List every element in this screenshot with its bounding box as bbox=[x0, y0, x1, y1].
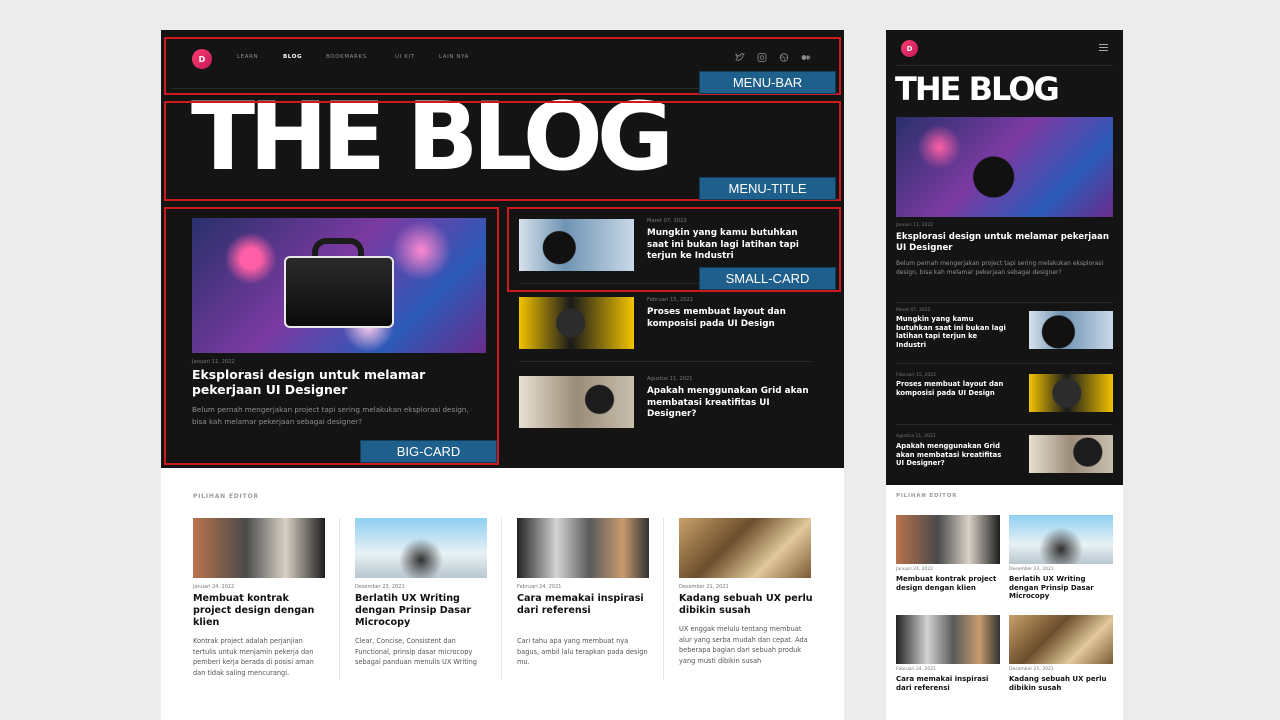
dark-header-section: D LEARN BLOG BOOKMARKS UI KIT LAIN NYA T… bbox=[161, 30, 844, 468]
editor-card-desc: UX enggak melulu tentang membuat alur ya… bbox=[679, 625, 808, 665]
mobile-big-card-date: Januari 11, 2022 bbox=[896, 223, 934, 228]
small-card-date: Februari 15, 2022 bbox=[647, 297, 694, 303]
hamburger-menu-icon[interactable] bbox=[1099, 44, 1108, 51]
mobile-small-card-date: Februari 15, 2022 bbox=[896, 373, 936, 378]
mobile-editor-card-title[interactable]: Membuat kontrak project design dengan kl… bbox=[896, 575, 1002, 592]
column-divider bbox=[501, 518, 502, 680]
mobile-small-card-image bbox=[1029, 311, 1113, 349]
mobile-editor-card-image bbox=[1009, 615, 1113, 664]
mobile-editor-card-image bbox=[896, 515, 1000, 564]
mobile-small-card-title[interactable]: Proses membuat layout dan komposisi pada… bbox=[896, 380, 1006, 397]
mobile-page-title: THE BLOG bbox=[895, 70, 1060, 108]
editor-card-image bbox=[517, 518, 649, 578]
mobile-small-card-image bbox=[1029, 374, 1113, 412]
column-divider bbox=[339, 518, 340, 680]
editor-card-date: Desember 23, 2021 bbox=[355, 584, 405, 590]
mobile-small-card-title[interactable]: Apakah menggunakan Grid akan membatasi k… bbox=[896, 442, 1006, 468]
mobile-editor-card-title[interactable]: Berlatih UX Writing dengan Prinsip Dasar… bbox=[1009, 575, 1115, 601]
mobile-dark-section: D THE BLOG Januari 11, 2022 Eksplorasi d… bbox=[886, 30, 1123, 485]
mobile-logo[interactable]: D bbox=[901, 40, 918, 57]
editor-card-date: Januari 24, 2022 bbox=[193, 584, 235, 590]
mobile-mockup: D THE BLOG Januari 11, 2022 Eksplorasi d… bbox=[886, 30, 1123, 720]
editor-card-date: Februari 24, 2021 bbox=[517, 584, 562, 590]
mobile-editor-card-image bbox=[896, 615, 1000, 664]
mobile-small-card-image bbox=[1029, 435, 1113, 473]
annotation-label-menu-bar: MENU-BAR bbox=[699, 71, 836, 94]
mobile-editor-card-title[interactable]: Kadang sebuah UX perlu dibikin susah bbox=[1009, 675, 1115, 692]
column-divider bbox=[663, 518, 664, 680]
card-divider bbox=[519, 361, 812, 362]
editor-picks-label: PILIHAN EDITOR bbox=[193, 493, 259, 500]
editor-card-desc: Kontrak project adalah perjanjian tertul… bbox=[193, 637, 314, 677]
editor-card-image bbox=[193, 518, 325, 578]
mobile-small-card-date: Maret 07, 2022 bbox=[896, 308, 931, 313]
editor-card-image bbox=[355, 518, 487, 578]
card-divider bbox=[896, 363, 1113, 364]
mobile-small-card-title[interactable]: Mungkin yang kamu butuhkan saat ini buka… bbox=[896, 315, 1006, 349]
mobile-editor-card-date: Desember 21, 2021 bbox=[1009, 667, 1054, 672]
mobile-big-card-title[interactable]: Eksplorasi design untuk melamar pekerjaa… bbox=[896, 232, 1111, 254]
editor-card-title[interactable]: Cara memakai inspirasi dari referensi bbox=[517, 593, 652, 617]
mobile-small-card-date: Agustus 11, 2021 bbox=[896, 434, 936, 439]
small-card-title[interactable]: Proses membuat layout dan komposisi pada… bbox=[647, 307, 817, 330]
mobile-editor-card-date: Desember 23, 2021 bbox=[1009, 567, 1054, 572]
annotation-frame-big-card bbox=[164, 207, 499, 465]
editor-card-date: Desember 21, 2021 bbox=[679, 584, 729, 590]
mobile-editor-card-title[interactable]: Cara memakai inspirasi dari referensi bbox=[896, 675, 1002, 692]
mobile-editor-card-date: Januari 24, 2022 bbox=[896, 567, 934, 572]
nav-divider bbox=[896, 65, 1113, 66]
small-card-image bbox=[519, 376, 634, 428]
annotation-label-small-card: SMALL-CARD bbox=[699, 267, 836, 290]
mobile-big-card-desc: Belum pernah mengerjakan project tapi se… bbox=[896, 260, 1104, 276]
editor-card-desc: Cari tahu apa yang membuat nya bagus, am… bbox=[517, 637, 648, 666]
desktop-mockup: D LEARN BLOG BOOKMARKS UI KIT LAIN NYA T… bbox=[161, 30, 844, 720]
mobile-editor-card-date: Februari 24, 2021 bbox=[896, 667, 936, 672]
annotation-label-big-card: BIG-CARD bbox=[360, 440, 497, 463]
mobile-editor-card-image bbox=[1009, 515, 1113, 564]
card-divider bbox=[896, 302, 1113, 303]
editor-card-image bbox=[679, 518, 811, 578]
mobile-big-card-image bbox=[896, 117, 1113, 217]
small-card-image bbox=[519, 297, 634, 349]
annotation-label-menu-title: MENU-TITLE bbox=[699, 177, 836, 200]
mobile-editor-picks-label: PILIHAN EDITOR bbox=[896, 493, 958, 499]
editor-card-title[interactable]: Kadang sebuah UX perlu dibikin susah bbox=[679, 593, 814, 617]
card-divider bbox=[896, 424, 1113, 425]
editor-card-desc: Clear, Concise, Consistent dan Functiona… bbox=[355, 637, 477, 666]
small-card-date: Agustus 11, 2021 bbox=[647, 376, 693, 382]
editor-card-title[interactable]: Membuat kontrak project design dengan kl… bbox=[193, 593, 328, 629]
editor-card-title[interactable]: Berlatih UX Writing dengan Prinsip Dasar… bbox=[355, 593, 490, 629]
small-card-title[interactable]: Apakah menggunakan Grid akan membatasi k… bbox=[647, 386, 817, 421]
